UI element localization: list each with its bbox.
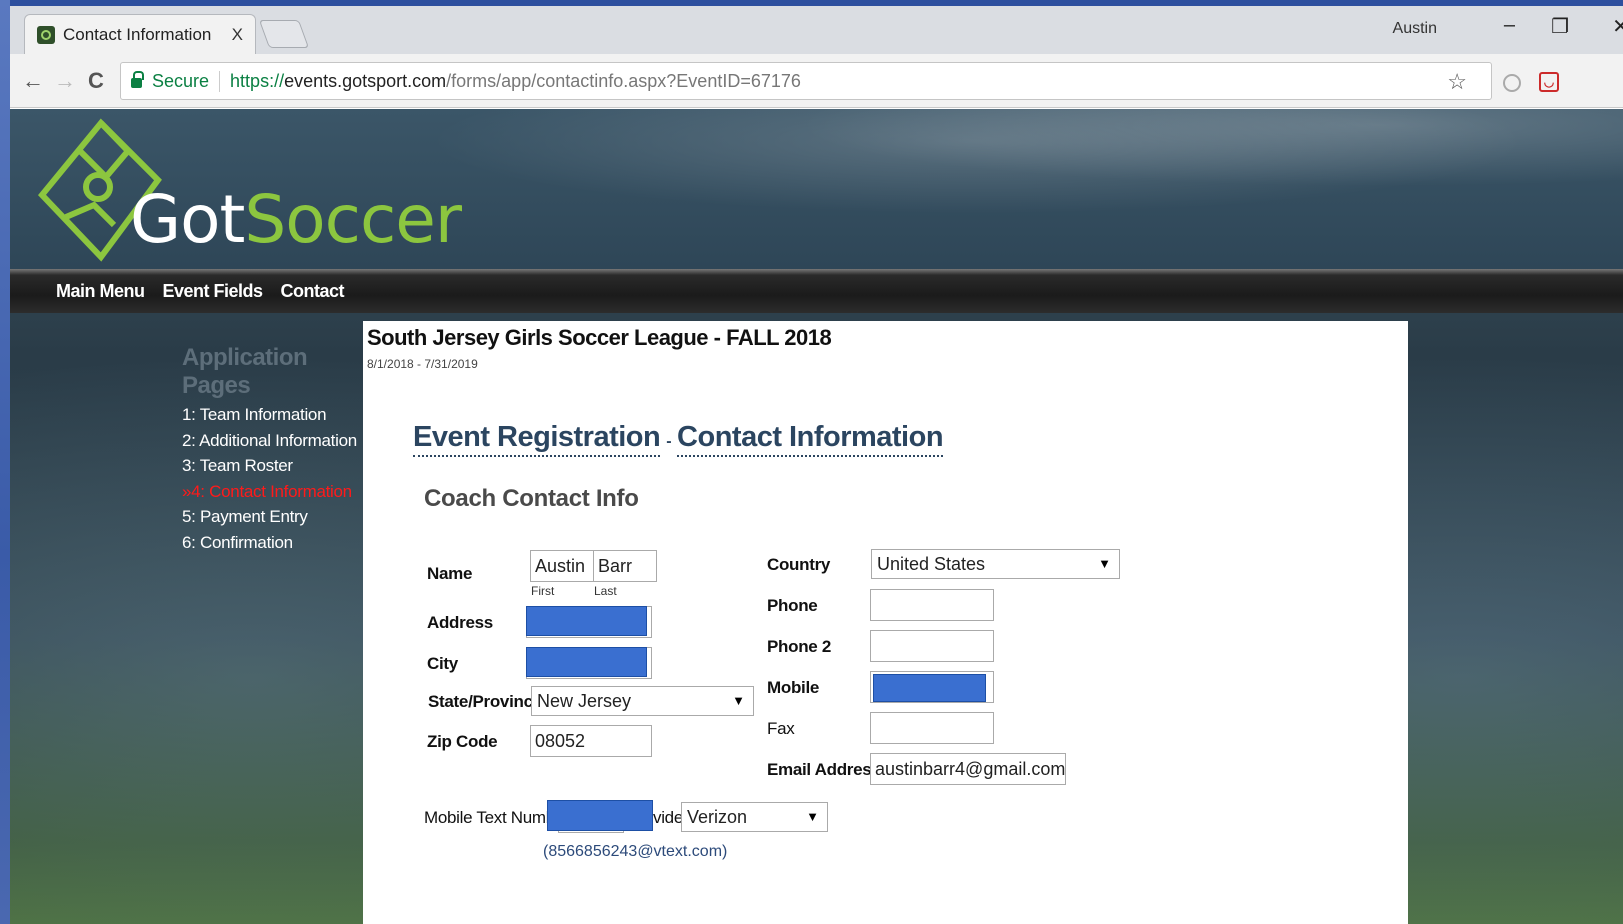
- dropdown-arrow-icon: ▼: [1098, 556, 1111, 571]
- state-province-select[interactable]: New Jersey ▼: [531, 686, 754, 716]
- main-panel: South Jersey Girls Soccer League - FALL …: [363, 321, 1408, 924]
- extension-shield-icon[interactable]: ◡: [1539, 72, 1559, 92]
- event-dates: 8/1/2018 - 7/31/2019: [367, 357, 478, 371]
- provider-value: Verizon: [687, 807, 748, 827]
- heading-separator: -: [666, 433, 672, 450]
- heading-contact-information: Contact Information: [677, 421, 944, 457]
- email-address-field[interactable]: austinbarr4@gmail.com: [870, 753, 1066, 785]
- mobile-text-number-label: Mobile Text Numbe: [424, 808, 565, 827]
- site-logo[interactable]: GotSoccer: [130, 181, 462, 258]
- lock-icon: [131, 71, 144, 88]
- tab-contact-information[interactable]: Contact Information X: [24, 14, 256, 54]
- redacted-city: [526, 647, 647, 677]
- tab-title: Contact Information: [63, 24, 212, 44]
- sidebar-title: Application Pages: [182, 344, 308, 399]
- email-address-label: Email Address: [767, 760, 881, 779]
- desktop-background: [0, 0, 10, 924]
- tab-bar: Contact Information X Austin – ❐ ✕: [10, 6, 1623, 54]
- sidebar-item-payment-entry[interactable]: 5: Payment Entry: [182, 504, 372, 530]
- minimize-icon[interactable]: –: [1504, 14, 1515, 37]
- gotsoccer-favicon-icon: [37, 25, 55, 44]
- close-tab-icon[interactable]: X: [232, 25, 243, 45]
- text-email-hint: (8566856243@vtext.com): [543, 843, 728, 860]
- new-tab-button[interactable]: [258, 20, 310, 48]
- browser-toolbar: ← → C Secure https:// events.gotsport.co…: [10, 54, 1623, 108]
- fax-label: Fax: [767, 719, 795, 738]
- zip-code-label: Zip Code: [427, 732, 498, 751]
- url-host: events.gotsport.com: [284, 70, 447, 91]
- url-scheme: https://: [230, 70, 285, 91]
- sidebar-item-team-information[interactable]: 1: Team Information: [182, 402, 372, 428]
- reload-icon[interactable]: C: [88, 68, 104, 94]
- forward-arrow-icon[interactable]: →: [54, 68, 76, 94]
- address-bar[interactable]: Secure https:// events.gotsport.com /for…: [120, 62, 1492, 100]
- section-title: Coach Contact Info: [424, 485, 639, 512]
- extension-circle-icon[interactable]: [1503, 74, 1521, 92]
- address-label: Address: [427, 613, 493, 632]
- sidebar-item-additional-information[interactable]: 2: Additional Information: [182, 428, 372, 454]
- city-label: City: [427, 654, 458, 673]
- phone2-label: Phone 2: [767, 637, 832, 656]
- page-content: GotSoccer Main Menu Event Fields Contact…: [10, 109, 1623, 924]
- back-arrow-icon[interactable]: ←: [22, 68, 44, 94]
- nav-event-fields[interactable]: Event Fields: [163, 281, 264, 302]
- nav-main-menu[interactable]: Main Menu: [56, 281, 145, 302]
- site-header: GotSoccer: [10, 109, 1623, 269]
- redacted-address: [526, 606, 647, 636]
- application-pages-sidebar: Application Pages 1: Team Information 2:…: [182, 344, 372, 555]
- sidebar-item-team-roster[interactable]: 3: Team Roster: [182, 453, 372, 479]
- url-path: /forms/app/contactinfo.aspx?EventID=6717…: [446, 70, 801, 91]
- bookmark-star-icon[interactable]: ☆: [1447, 69, 1467, 95]
- dropdown-arrow-icon: ▼: [732, 693, 745, 708]
- sidebar-item-contact-information[interactable]: »4: Contact Information: [182, 479, 372, 505]
- provider-select[interactable]: Verizon ▼: [681, 802, 828, 832]
- last-name-field[interactable]: Barr: [593, 550, 657, 582]
- state-province-value: New Jersey: [537, 691, 632, 711]
- restore-icon[interactable]: ❐: [1551, 14, 1569, 39]
- heading-event-registration: Event Registration: [413, 421, 661, 457]
- browser-window: Contact Information X Austin – ❐ ✕ ← → C…: [10, 6, 1623, 924]
- country-value: United States: [877, 554, 986, 574]
- mobile-label: Mobile: [767, 678, 820, 697]
- country-select[interactable]: United States ▼: [871, 549, 1120, 579]
- close-window-icon[interactable]: ✕: [1612, 14, 1623, 39]
- phone2-field[interactable]: [870, 630, 994, 662]
- redacted-mobile: [873, 674, 986, 702]
- phone-label: Phone: [767, 596, 818, 615]
- fax-field[interactable]: [870, 712, 994, 744]
- site-nav: Main Menu Event Fields Contact: [10, 269, 1623, 313]
- secure-label: Secure: [152, 70, 221, 92]
- first-name-field[interactable]: Austin: [530, 550, 594, 582]
- phone-field[interactable]: [870, 589, 994, 621]
- nav-contact[interactable]: Contact: [281, 281, 345, 302]
- dropdown-arrow-icon: ▼: [806, 809, 819, 824]
- country-label: Country: [767, 555, 831, 574]
- first-sublabel: First: [531, 584, 555, 598]
- redacted-mobile-text-number: [547, 800, 653, 831]
- profile-user-button[interactable]: Austin: [1393, 20, 1437, 38]
- state-province-label: State/Province: [428, 692, 542, 711]
- page-title: Event Registration - Contact Information: [413, 421, 944, 457]
- event-title: South Jersey Girls Soccer League - FALL …: [367, 325, 832, 350]
- sidebar-item-confirmation[interactable]: 6: Confirmation: [182, 530, 372, 556]
- last-sublabel: Last: [594, 584, 617, 598]
- zip-code-field[interactable]: 08052: [530, 725, 652, 757]
- name-label: Name: [427, 564, 473, 583]
